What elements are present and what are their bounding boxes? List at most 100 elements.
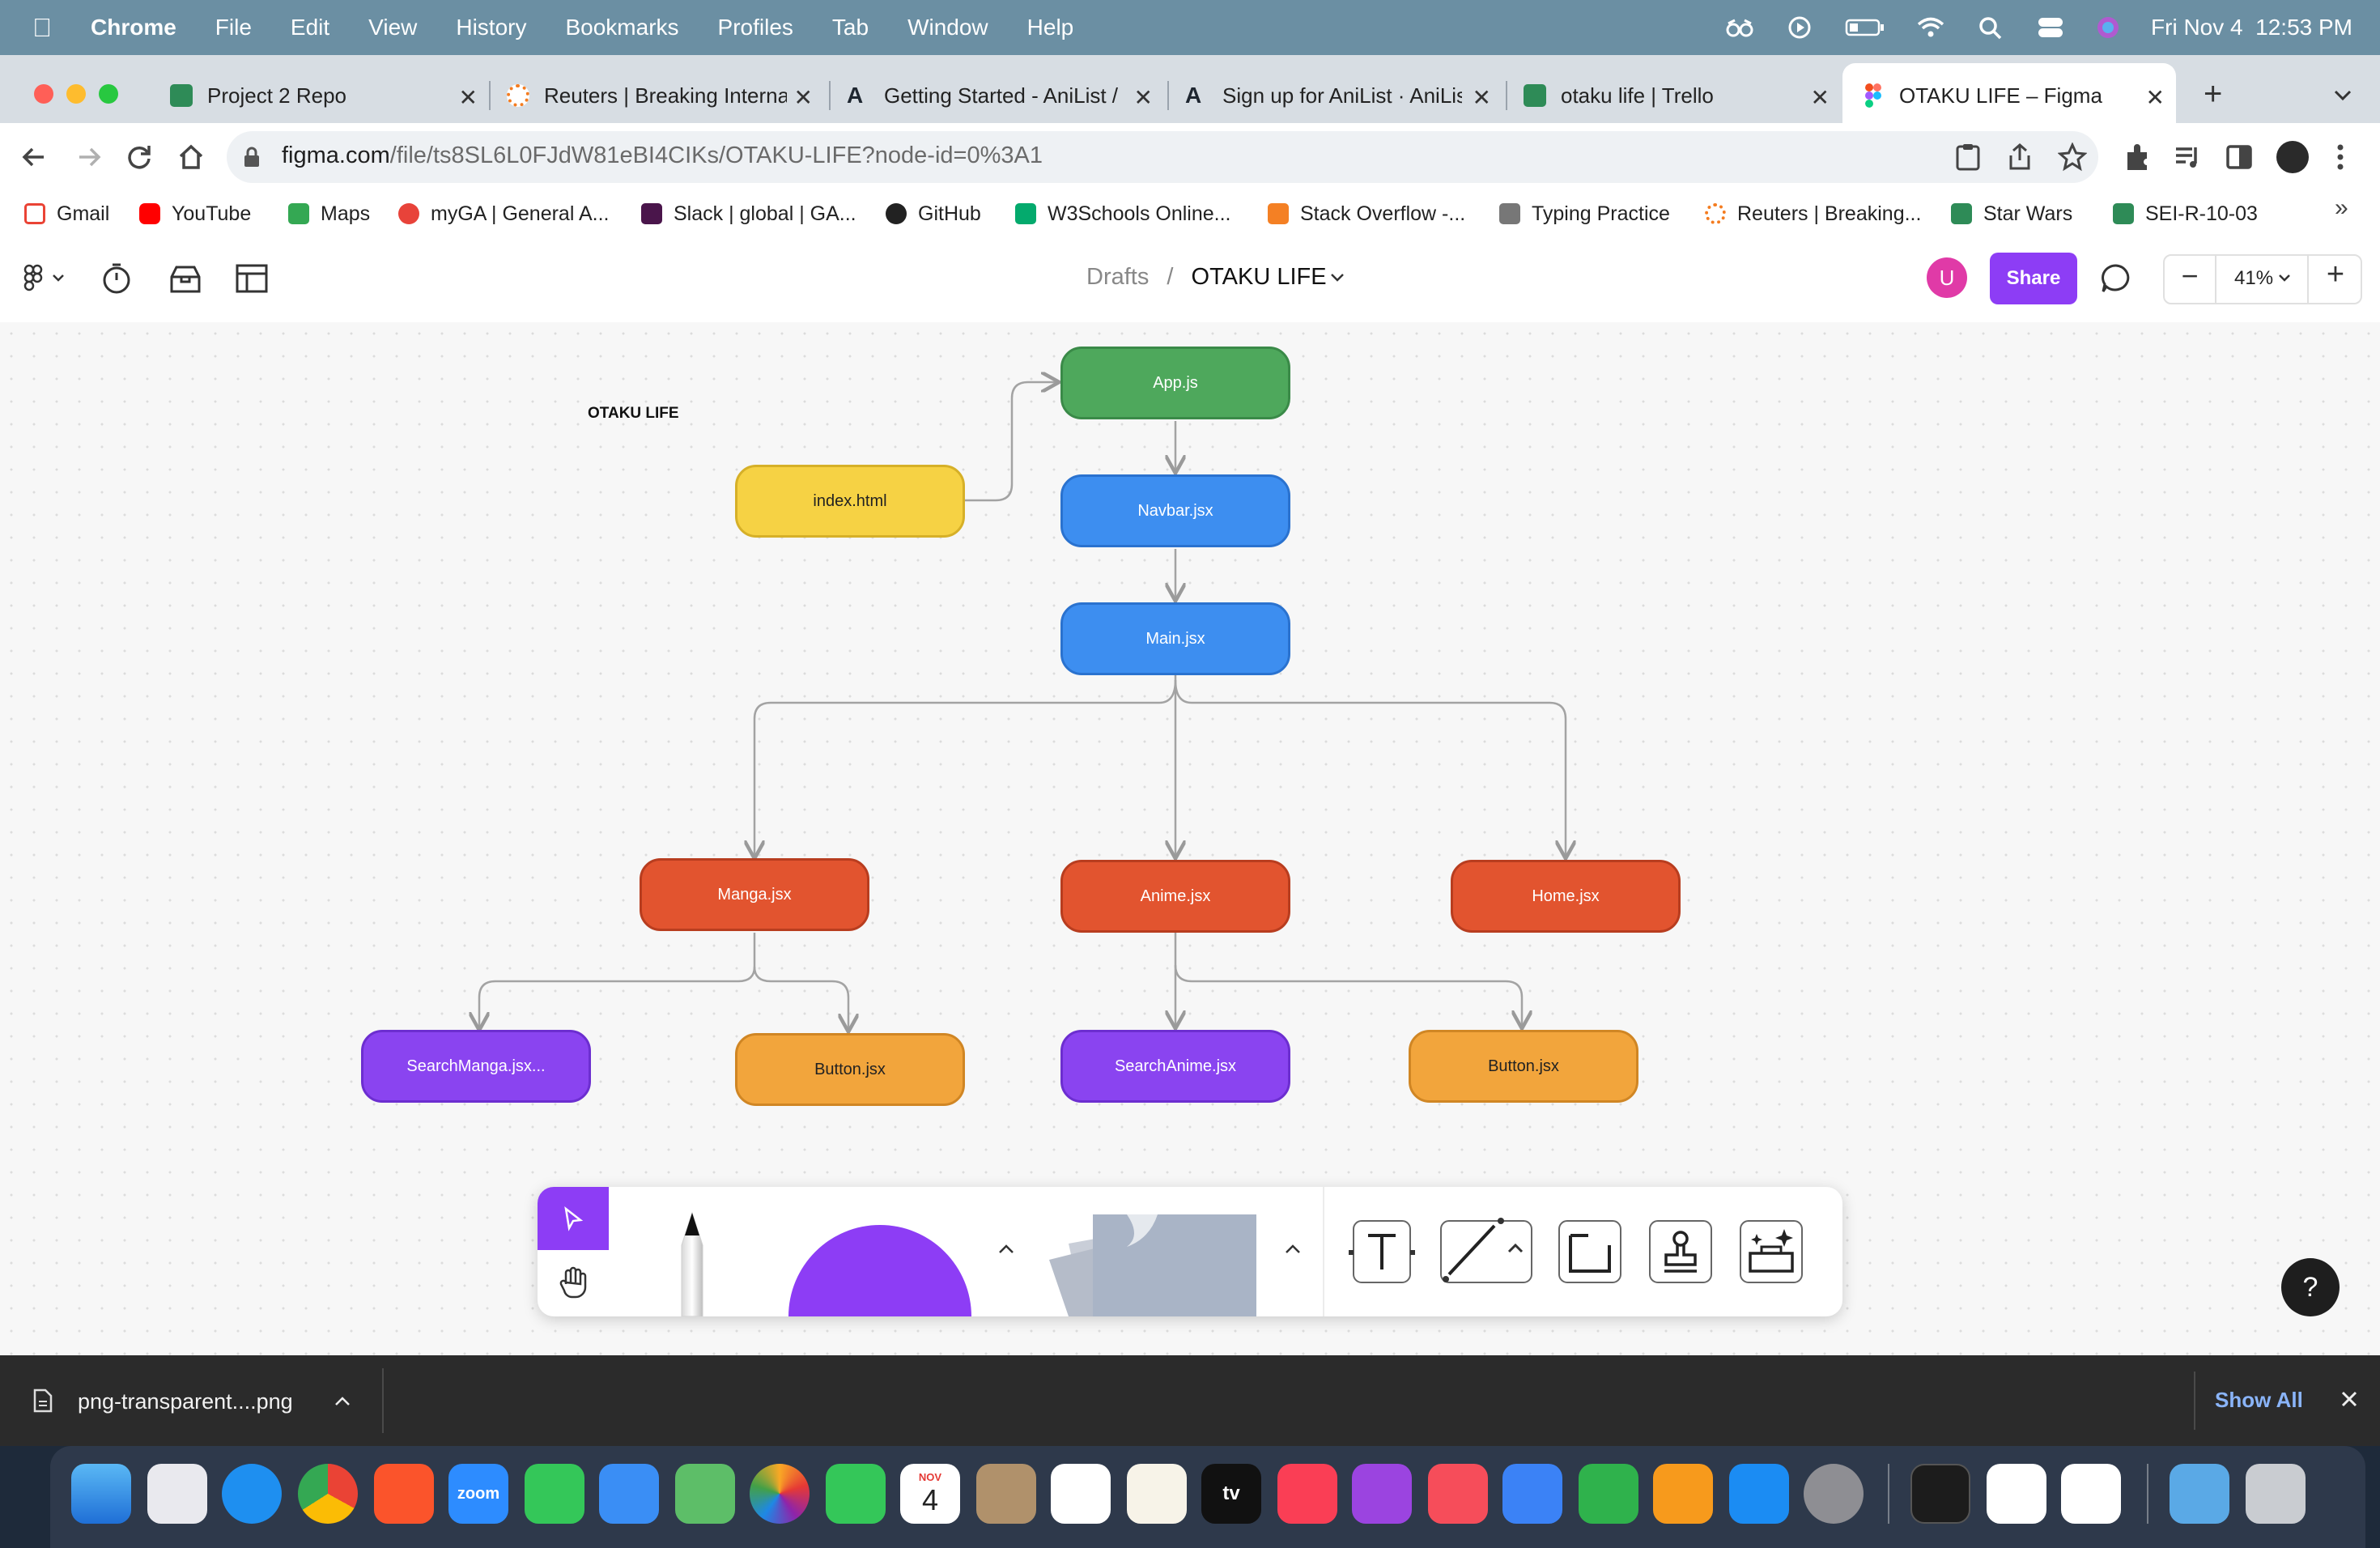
maps-app-icon[interactable] <box>675 1464 735 1524</box>
zoom-level[interactable]: 41% <box>2234 267 2273 290</box>
widgets-tool[interactable] <box>1737 1218 1805 1286</box>
select-tool[interactable] <box>538 1187 609 1250</box>
menu-profiles[interactable]: Profiles <box>718 15 793 40</box>
trash-icon[interactable] <box>2246 1464 2306 1524</box>
notes-icon[interactable] <box>1127 1464 1187 1524</box>
menu-help[interactable]: Help <box>1027 15 1074 40</box>
bookmark-star-wars[interactable]: Star Wars <box>1951 196 2072 232</box>
bookmark-typing-practice[interactable]: Typing Practice <box>1499 196 1670 232</box>
close-tab-icon[interactable]: ✕ <box>794 84 813 111</box>
stamp-tool[interactable] <box>1647 1218 1715 1286</box>
figma-main-menu-icon[interactable] <box>23 264 68 293</box>
facetime-icon[interactable] <box>826 1464 886 1524</box>
bookmark-sei[interactable]: SEI-R-10-03 <box>2113 196 2258 232</box>
side-panel-icon[interactable] <box>2225 142 2254 172</box>
connector-tool[interactable] <box>1436 1218 1540 1287</box>
node-search-manga-jsx[interactable]: SearchManga.jsx... <box>361 1030 591 1103</box>
news-icon[interactable] <box>1428 1464 1488 1524</box>
menu-window[interactable]: Window <box>907 15 988 40</box>
menubar-clock[interactable]: Fri Nov 4 12:53 PM <box>2151 15 2352 40</box>
timer-icon[interactable] <box>100 262 133 295</box>
bookmark-maps[interactable]: Maps <box>288 196 370 232</box>
back-icon[interactable] <box>19 142 49 172</box>
node-button-jsx-anime[interactable]: Button.jsx <box>1409 1030 1638 1103</box>
bookmark-gmail[interactable]: Gmail <box>24 196 109 232</box>
forward-icon[interactable] <box>74 142 104 172</box>
slack-app-icon[interactable] <box>1987 1464 2046 1524</box>
bookmark-w3schools[interactable]: W3Schools Online... <box>1015 196 1231 232</box>
photos-icon[interactable] <box>750 1464 810 1524</box>
sticky-note-tool[interactable] <box>1036 1211 1256 1316</box>
breadcrumb-drafts[interactable]: Drafts <box>1086 264 1149 290</box>
more-bookmarks-icon[interactable]: » <box>2335 194 2348 222</box>
profile-avatar[interactable] <box>2276 141 2309 173</box>
node-main-jsx[interactable]: Main.jsx <box>1060 602 1290 675</box>
folder-icon[interactable] <box>2170 1464 2229 1524</box>
tab-figma-active[interactable]: OTAKU LIFE – Figma ✕ <box>1865 68 2165 123</box>
lock-icon[interactable] <box>243 146 261 168</box>
tab-project-2-repo[interactable]: Project 2 Repo ✕ <box>170 68 478 123</box>
download-chevron-up-icon[interactable] <box>334 1394 351 1407</box>
pages-icon[interactable] <box>1653 1464 1713 1524</box>
show-all-button[interactable]: Show All <box>2215 1388 2303 1413</box>
share-button[interactable]: Share <box>1990 253 2077 304</box>
contacts-icon[interactable] <box>976 1464 1036 1524</box>
mail-icon[interactable] <box>599 1464 659 1524</box>
extensions-icon[interactable] <box>2123 142 2152 172</box>
close-tab-icon[interactable]: ✕ <box>2146 84 2165 111</box>
brave-icon[interactable] <box>374 1464 434 1524</box>
download-file-name[interactable]: png-transparent....png <box>78 1389 293 1414</box>
media-queue-icon[interactable] <box>2173 142 2202 172</box>
zoom-chevron-icon[interactable] <box>2278 274 2291 283</box>
menu-history[interactable]: History <box>456 15 526 40</box>
help-button[interactable]: ? <box>2281 1258 2340 1316</box>
bookmark-star-icon[interactable] <box>2058 142 2087 172</box>
app-store-icon[interactable] <box>1729 1464 1789 1524</box>
menu-view[interactable]: View <box>368 15 417 40</box>
minimize-window-button[interactable] <box>66 84 86 104</box>
menu-tab[interactable]: Tab <box>832 15 869 40</box>
numbers-icon[interactable] <box>1579 1464 1638 1524</box>
tab-reuters[interactable]: Reuters | Breaking Interna ✕ <box>507 68 813 123</box>
reminders-icon[interactable] <box>1051 1464 1111 1524</box>
node-anime-jsx[interactable]: Anime.jsx <box>1060 860 1290 933</box>
text-tool[interactable] <box>1345 1218 1418 1286</box>
user-avatar[interactable]: U <box>1927 257 1967 298</box>
share-page-icon[interactable] <box>2006 142 2034 172</box>
hand-tool[interactable] <box>538 1250 609 1315</box>
table-icon[interactable] <box>235 262 269 295</box>
tab-anilist-getting-started[interactable]: A Getting Started - AniList / ✕ <box>847 68 1153 123</box>
comment-icon[interactable] <box>2100 262 2132 295</box>
calendar-icon[interactable]: NOV 4 <box>900 1464 960 1524</box>
tab-search-chevron-icon[interactable] <box>2333 89 2352 102</box>
system-preferences-icon[interactable] <box>1804 1464 1864 1524</box>
bookmark-reuters[interactable]: Reuters | Breaking... <box>1705 196 1921 232</box>
apple-tv-icon[interactable]: tv <box>1201 1464 1261 1524</box>
zoom-icon[interactable]: zoom <box>448 1464 508 1524</box>
marker-pen-tool[interactable] <box>657 1210 727 1316</box>
close-tab-icon[interactable]: ✕ <box>1134 84 1153 111</box>
section-tool[interactable] <box>1556 1218 1624 1286</box>
menu-edit[interactable]: Edit <box>291 15 329 40</box>
wifi-icon[interactable] <box>1916 15 1945 40</box>
node-manga-jsx[interactable]: Manga.jsx <box>640 858 869 931</box>
launchpad-icon[interactable] <box>147 1464 207 1524</box>
chrome-menu-icon[interactable] <box>2335 142 2346 172</box>
vscode-icon[interactable] <box>2061 1464 2121 1524</box>
spotlight-search-icon[interactable] <box>1976 15 2005 40</box>
bookmark-youtube[interactable]: YouTube <box>139 196 251 232</box>
tab-anilist-sign-up[interactable]: A Sign up for AniList · AniLis ✕ <box>1185 68 1491 123</box>
diagram-title[interactable]: OTAKU LIFE <box>588 405 679 423</box>
node-app-js[interactable]: App.js <box>1060 347 1290 419</box>
file-name[interactable]: OTAKU LIFE <box>1192 264 1327 290</box>
battery-icon[interactable] <box>1845 15 1885 40</box>
resources-icon[interactable] <box>168 262 202 295</box>
bookmark-github[interactable]: GitHub <box>886 196 981 232</box>
close-tab-icon[interactable]: ✕ <box>1473 84 1491 111</box>
menu-app-name[interactable]: Chrome <box>91 15 176 40</box>
node-search-anime-jsx[interactable]: SearchAnime.jsx <box>1060 1030 1290 1103</box>
close-tab-icon[interactable]: ✕ <box>459 84 478 111</box>
maximize-window-button[interactable] <box>99 84 118 104</box>
zoom-out-button[interactable]: − <box>2178 259 2202 293</box>
node-navbar-jsx[interactable]: Navbar.jsx <box>1060 474 1290 547</box>
